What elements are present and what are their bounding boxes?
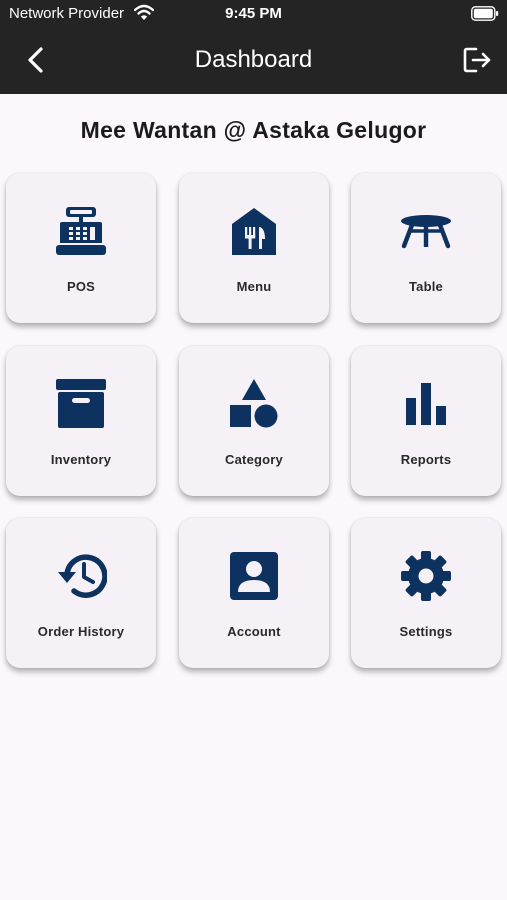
app-bar: Dashboard (0, 28, 507, 94)
battery-icon (471, 6, 499, 21)
settings-tile[interactable]: Settings (351, 518, 501, 668)
inventory-tile[interactable]: Inventory (6, 346, 156, 496)
reports-tile[interactable]: Reports (351, 346, 501, 496)
pos-tile[interactable]: POS (6, 173, 156, 323)
cash-register-icon (56, 207, 106, 255)
tile-label: Inventory (50, 452, 112, 467)
account-tile[interactable]: Account (179, 518, 329, 668)
tile-label: Order History (37, 624, 125, 639)
order-history-tile[interactable]: Order History (6, 518, 156, 668)
gear-icon (401, 551, 451, 601)
menu-tile[interactable]: Menu (179, 173, 329, 323)
top-bar: Network Provider 9:45 PM Dashboard (0, 0, 507, 94)
table-tile[interactable]: Table (351, 173, 501, 323)
tile-label: Category (225, 452, 283, 467)
tile-label: Account (227, 624, 281, 639)
status-time: 9:45 PM (225, 5, 282, 22)
table-icon (401, 215, 451, 249)
inventory-box-icon (56, 379, 106, 428)
restaurant-menu-icon (232, 208, 276, 255)
category-tile[interactable]: Category (179, 346, 329, 496)
history-icon (58, 554, 107, 598)
status-bar: Network Provider 9:45 PM (0, 0, 507, 28)
tile-label: Table (409, 279, 443, 294)
tile-label: POS (66, 279, 96, 294)
account-box-icon (230, 552, 278, 600)
bar-chart-icon (406, 383, 446, 425)
logout-icon[interactable] (462, 46, 492, 74)
store-name: Mee Wantan @ Astaka Gelugor (80, 117, 427, 143)
tile-label: Menu (236, 279, 272, 294)
page-title: Dashboard (194, 46, 313, 73)
category-shapes-icon (230, 379, 278, 428)
tile-label: Settings (399, 624, 453, 639)
tile-label: Reports (400, 452, 452, 467)
